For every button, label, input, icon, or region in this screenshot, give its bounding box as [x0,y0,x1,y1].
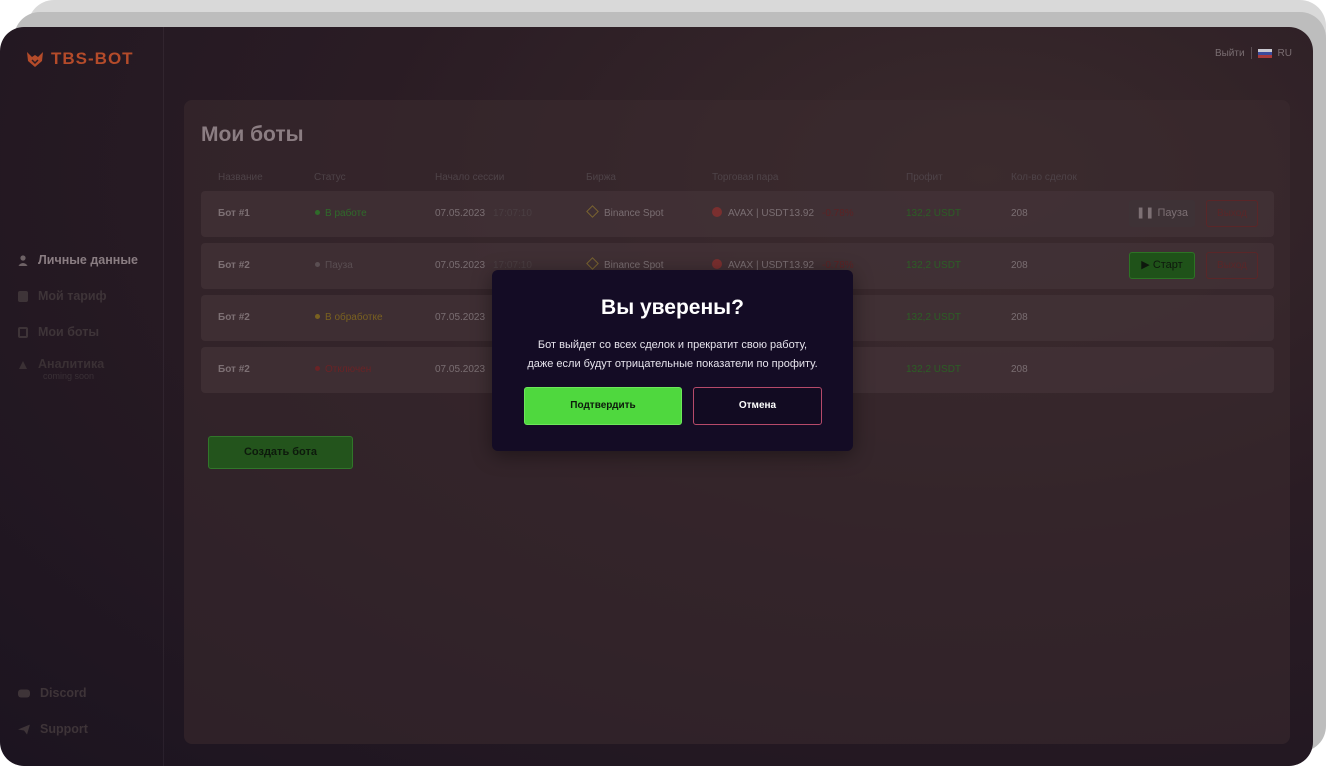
session-date: 07.05.2023 [435,364,486,375]
pair-price: 13.92 [789,208,815,219]
topbar-actions: Выйти RU [1215,47,1292,59]
status-dot [315,313,320,319]
bot-name: Бот #1 [218,208,250,219]
status-dot [315,365,320,371]
status-dot [315,209,320,215]
analytics-icon [19,360,27,369]
sidebar-item-personal-data[interactable]: Личные данные [18,253,138,267]
sidebar-item-tariff[interactable]: Мой тариф [18,289,107,303]
bot-name: Бот #2 [218,260,250,271]
logo-text: TBS-BOT [51,49,134,68]
sidebar-item-label: Мой тариф [38,289,107,303]
session-time: 17:07:10 [493,208,532,219]
pause-button[interactable]: ❚❚ Пауза [1129,200,1195,227]
binance-icon [586,205,599,218]
pause-label: Пауза [1157,207,1189,219]
column-header-exchange: Биржа [586,172,616,183]
start-button[interactable]: ▶ Старт [1129,252,1195,279]
status-text: Отключен [325,364,372,375]
telegram-icon [18,724,30,734]
column-header-status: Статус [314,172,346,183]
dialog-title: Вы уверены? [601,296,744,319]
session-date: 07.05.2023 [435,260,486,271]
column-header-pair: Торговая пара [712,172,779,183]
session-date: 07.05.2023 [435,208,486,219]
bot-name: Бот #2 [218,364,250,375]
sidebar-item-discord[interactable]: Discord [18,686,87,700]
deals-count: 208 [1011,312,1028,323]
sidebar-item-label: Личные данные [38,253,138,267]
logout-link[interactable]: Выйти [1215,48,1245,59]
sidebar: TBS-BOT Личные данные Мой тариф Мои боты… [0,27,164,766]
discord-icon [18,689,30,697]
status-badge: В работе [315,191,367,237]
bots-icon [18,326,28,338]
pause-icon: ❚❚ [1135,207,1158,219]
deals-count: 208 [1011,208,1028,219]
session-date: 07.05.2023 [435,312,486,323]
status-badge: Отключен [315,347,371,393]
start-label: Старт [1152,259,1183,271]
pair-change: -0.78% [822,208,854,219]
exchange: Binance Spot [586,191,664,237]
page-title: Мои боты [201,123,304,146]
pair-name: AVAX | USDT [728,208,789,219]
tariff-icon [18,290,28,302]
column-header-profit: Профит [906,172,943,183]
status-badge: В обработке [315,295,383,341]
sidebar-item-analytics[interactable]: Аналитика [18,357,104,371]
flag-icon [1257,48,1272,58]
cancel-button[interactable]: Отмена [693,387,822,425]
avax-icon [712,207,722,218]
bot-name: Бот #2 [218,312,250,323]
avax-icon [712,259,722,270]
profit: 132,2 USDT [906,260,962,271]
create-bot-button[interactable]: Создать бота [208,436,353,469]
status-text: Пауза [325,260,353,271]
deals-count: 208 [1011,260,1028,271]
exit-button[interactable]: Выход [1206,252,1258,279]
sidebar-item-label: Аналитика [38,357,105,371]
status-text: В работе [325,208,367,219]
app-window: TBS-BOT Личные данные Мой тариф Мои боты… [0,27,1313,766]
trading-pair: AVAX | USDT [712,191,789,237]
sidebar-item-label: Мои боты [38,325,100,339]
fox-logo-icon [27,52,43,67]
column-header-deals: Кол-во сделок [1011,172,1077,183]
column-header-session-start: Начало сессии [435,172,505,183]
status-dot [315,261,320,267]
exchange-name: Binance Spot [604,208,664,219]
coming-soon-label: coming soon [43,371,95,381]
binance-icon [586,257,599,270]
exit-button[interactable]: Выход [1206,200,1258,227]
dialog-message-line: даже если будут отрицательные показатели… [527,358,818,370]
sidebar-item-label: Support [40,722,88,736]
sidebar-item-label: Discord [40,686,87,700]
user-icon [18,254,28,266]
sidebar-item-support[interactable]: Support [18,722,88,736]
play-icon: ▶ [1141,259,1153,271]
status-badge: Пауза [315,243,353,289]
profit: 132,2 USDT [906,208,962,219]
language-selector[interactable]: RU [1278,48,1292,59]
profit: 132,2 USDT [906,312,962,323]
table-row[interactable]: Бот #1 В работе 07.05.2023 17:07:10 Bina… [201,191,1274,237]
profit: 132,2 USDT [906,364,962,375]
confirm-dialog: Вы уверены? Бот выйдет со всех сделок и … [492,270,853,451]
dialog-message: Бот выйдет со всех сделок и прекратит св… [512,336,833,374]
dialog-message-line: Бот выйдет со всех сделок и прекратит св… [537,339,808,351]
confirm-button[interactable]: Подтвердить [524,387,682,425]
logo[interactable]: TBS-BOT [25,49,134,69]
divider [1250,47,1252,59]
sidebar-item-my-bots[interactable]: Мои боты [18,325,99,339]
column-header-name: Название [218,172,263,183]
status-text: В обработке [325,312,383,323]
deals-count: 208 [1011,364,1028,375]
